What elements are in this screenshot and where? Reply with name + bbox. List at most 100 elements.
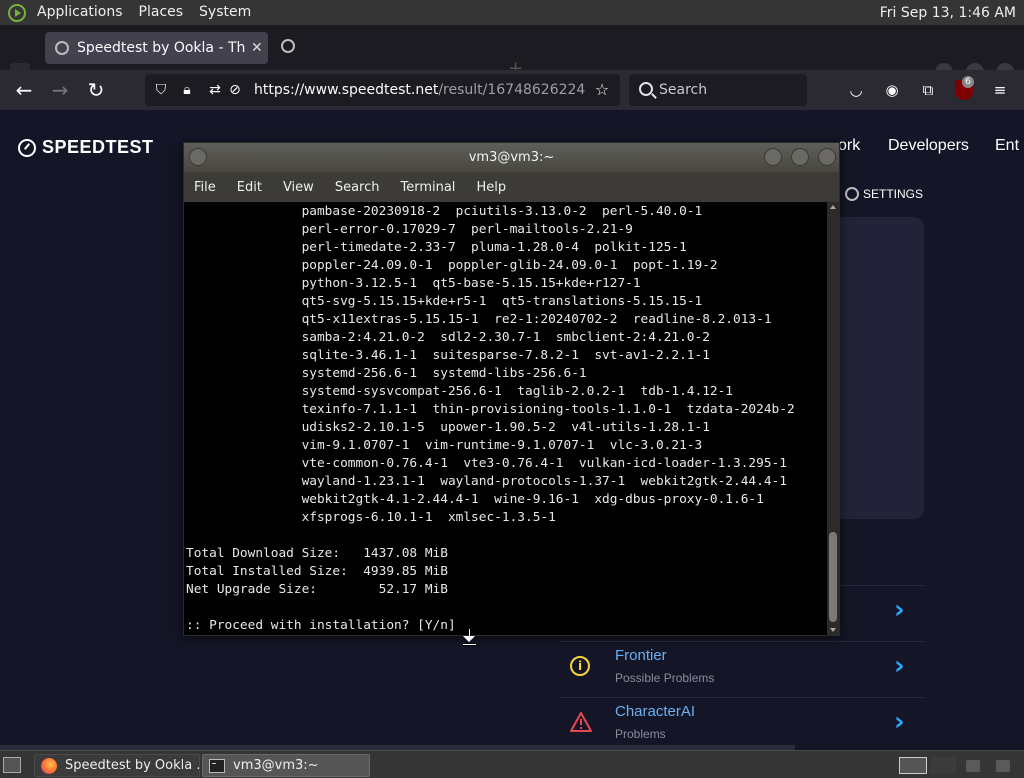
terminal-line: Total Download Size: 1437.08 MiB	[186, 546, 448, 561]
term-menu-edit[interactable]: Edit	[237, 180, 262, 195]
task-firefox[interactable]: Speedtest by Ookla ...	[34, 754, 200, 777]
terminal-window[interactable]: vm3@vm3:~ File Edit View Search Terminal…	[183, 142, 840, 636]
speedtest-logo[interactable]: SPEEDTEST	[18, 137, 154, 158]
terminal-line: texinfo-7.1.1-1 thin-provisioning-tools-…	[186, 402, 795, 417]
extension-badge: 6	[962, 76, 974, 88]
scroll-down-icon[interactable]	[830, 628, 836, 632]
terminal-line: samba-2:4.21.0-2 sdl2-2.30.7-1 smbclient…	[186, 330, 710, 345]
term-menu-help[interactable]: Help	[476, 180, 506, 195]
shield-icon[interactable]: ⛉	[153, 82, 169, 98]
terminal-line: udisks2-2.10.1-5 upower-1.90.5-2 v4l-uti…	[186, 420, 710, 435]
reload-button[interactable]: ↻	[83, 77, 109, 103]
forward-button[interactable]: →	[47, 77, 73, 103]
settings-button[interactable]: SETTINGS	[845, 187, 923, 201]
permissions-icon[interactable]: ⇄	[207, 82, 223, 98]
scrollbar-thumb[interactable]	[829, 532, 837, 622]
account-icon[interactable]: ◉	[882, 80, 902, 100]
terminal-line: perl-error-0.17029-7 perl-mailtools-2.21…	[186, 222, 633, 237]
terminal-line: systemd-sysvcompat-256.6-1 taglib-2.0.2-…	[186, 384, 734, 399]
terminal-line: python-3.12.5-1 qt5-base-5.15.15+kde+r12…	[186, 276, 641, 291]
terminal-line: perl-timedate-2.33-7 pluma-1.28.0-4 polk…	[186, 240, 687, 255]
taskbar: Speedtest by Ookla ... vm3@vm3:~	[0, 750, 1024, 778]
problem-subtitle: Problems	[615, 727, 666, 741]
url-host: https://www.speedtest.net	[254, 82, 439, 98]
gear-icon	[845, 187, 859, 201]
navigation-bar: ← → ↻ ⛉ 🔒︎ ⇄ ⊘ https://www.speedtest.net…	[0, 70, 1024, 110]
terminal-menubar: File Edit View Search Terminal Help	[184, 172, 839, 202]
distro-logo-icon[interactable]	[8, 3, 26, 22]
terminal-title: vm3@vm3:~	[468, 150, 555, 165]
logo-text: SPEEDTEST	[42, 137, 154, 157]
close-icon[interactable]	[818, 148, 836, 166]
minimize-icon[interactable]	[764, 148, 782, 166]
task-terminal[interactable]: vm3@vm3:~	[202, 754, 370, 777]
term-menu-search[interactable]: Search	[335, 180, 380, 195]
maximize-icon[interactable]	[791, 148, 809, 166]
terminal-line: vte-common-0.76.4-1 vte3-0.76.4-1 vulkan…	[186, 456, 787, 471]
nav-network[interactable]: ork	[838, 137, 860, 155]
terminal-line: :: Proceed with installation? [Y/n]	[186, 618, 456, 633]
term-menu-file[interactable]: File	[194, 180, 216, 195]
result-panel-card	[830, 217, 924, 519]
tray-icon[interactable]	[966, 760, 980, 772]
menu-system[interactable]: System	[191, 0, 259, 25]
terminal-output: pambase-20230918-2 pciutils-3.13.0-2 per…	[186, 203, 795, 635]
back-button[interactable]: ←	[11, 77, 37, 103]
tracking-blocked-icon[interactable]: ⊘	[227, 82, 243, 98]
terminal-line: wayland-1.23.1-1 wayland-protocols-1.37-…	[186, 474, 787, 489]
workspace-2[interactable]	[930, 757, 956, 774]
terminal-screen[interactable]: pambase-20230918-2 pciutils-3.13.0-2 per…	[184, 202, 827, 635]
terminal-line: webkit2gtk-4.1-2.44.4-1 wine-9.16-1 xdg-…	[186, 492, 764, 507]
show-desktop-icon[interactable]	[3, 757, 21, 773]
problem-title[interactable]: CharacterAI	[615, 703, 695, 720]
nav-developers[interactable]: Developers	[888, 137, 969, 155]
workspace-1[interactable]	[899, 757, 927, 774]
url-text[interactable]: https://www.speedtest.net/result/1674862…	[254, 82, 585, 98]
search-bar[interactable]: Search	[629, 74, 807, 106]
pocket-icon[interactable]: ◡	[846, 80, 866, 100]
menu-hamburger-icon[interactable]: ≡	[990, 80, 1010, 100]
terminal-line: vim-9.1.0707-1 vim-runtime-9.1.0707-1 vl…	[186, 438, 703, 453]
chevron-right-icon: ›	[894, 651, 905, 681]
tab-2-favicon-icon[interactable]	[281, 39, 295, 53]
nav-enterprise[interactable]: Ent	[995, 137, 1019, 155]
tab-title: Speedtest by Ookla - The G	[77, 40, 245, 56]
task-label: vm3@vm3:~	[233, 758, 319, 773]
panel-menu: Applications Places System	[29, 0, 259, 25]
terminal-line: xfsprogs-6.10.1-1 xmlsec-1.3.5-1	[186, 510, 556, 525]
url-bar[interactable]: ⛉ 🔒︎ ⇄ ⊘ https://www.speedtest.net/resul…	[145, 74, 620, 106]
term-menu-view[interactable]: View	[283, 180, 314, 195]
terminal-line: poppler-24.09.0-1 poppler-glib-24.09.0-1…	[186, 258, 718, 273]
extensions-icon[interactable]: ⧉	[918, 80, 938, 100]
terminal-icon	[209, 758, 225, 773]
tab-close-icon[interactable]: ✕	[251, 40, 263, 56]
top-panel: Applications Places System Fri Sep 13, 1…	[0, 0, 1024, 25]
scroll-up-icon[interactable]	[830, 205, 836, 209]
menu-applications[interactable]: Applications	[29, 0, 131, 25]
menu-places[interactable]: Places	[131, 0, 192, 25]
problem-item-frontier[interactable]: i Frontier Possible Problems ›	[560, 641, 924, 697]
terminal-line: sqlite-3.46.1-1 suitesparse-7.8.2-1 svt-…	[186, 348, 710, 363]
term-menu-terminal[interactable]: Terminal	[400, 180, 455, 195]
tray-icon[interactable]	[996, 760, 1010, 772]
url-path: /result/16748626224	[438, 82, 586, 98]
terminal-scrollbar[interactable]	[827, 202, 839, 635]
tab-speedtest[interactable]: Speedtest by Ookla - The G ✕	[45, 32, 268, 64]
chevron-right-icon: ›	[894, 595, 905, 625]
terminal-titlebar[interactable]: vm3@vm3:~	[184, 143, 839, 172]
problem-title[interactable]: Frontier	[615, 647, 667, 664]
clock[interactable]: Fri Sep 13, 1:46 AM	[880, 5, 1024, 21]
task-label: Speedtest by Ookla ...	[65, 758, 200, 773]
terminal-line: systemd-256.6-1 systemd-libs-256.6-1	[186, 366, 587, 381]
lock-icon[interactable]: 🔒︎	[179, 82, 195, 98]
gauge-icon	[18, 138, 36, 157]
search-placeholder: Search	[659, 82, 708, 98]
speedtest-favicon-icon	[55, 41, 69, 55]
settings-label: SETTINGS	[863, 187, 924, 201]
terminal-line: pambase-20230918-2 pciutils-3.13.0-2 per…	[186, 204, 703, 219]
terminal-line: qt5-x11extras-5.15.15-1 re2-1:20240702-2…	[186, 312, 772, 327]
browser-tabstrip: Speedtest by Ookla - The G ✕ +	[0, 25, 1024, 81]
bookmark-star-icon[interactable]: ☆	[594, 82, 610, 98]
